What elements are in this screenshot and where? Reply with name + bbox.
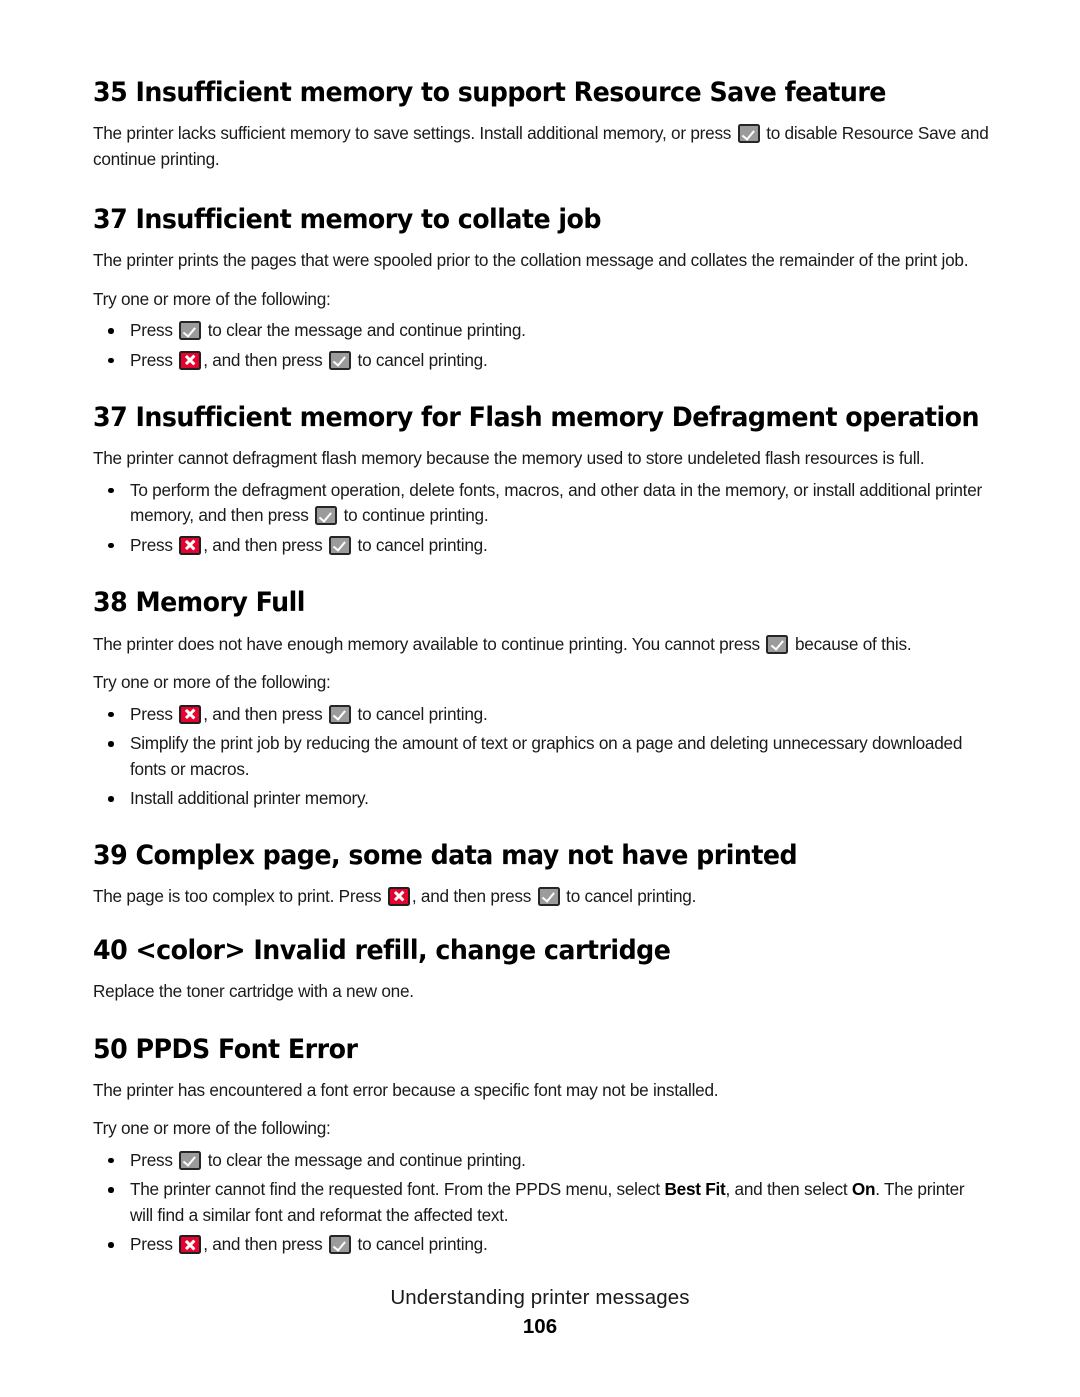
page-number: 106 bbox=[522, 1315, 558, 1338]
bullet-dot-icon bbox=[108, 487, 114, 494]
check-key-icon bbox=[537, 886, 560, 906]
section-paragraph: The printer does not have enough memory … bbox=[93, 632, 990, 658]
section-paragraph: The printer cannot defragment flash memo… bbox=[93, 448, 925, 469]
paragraph-text-part: to cancel printing. bbox=[561, 885, 697, 906]
list-item-text-part: to clear the message and continue printi… bbox=[203, 320, 526, 341]
list-item-text-part: Press bbox=[130, 1149, 178, 1170]
check-key-icon bbox=[737, 124, 760, 144]
emphasis-on: On bbox=[851, 1179, 876, 1200]
document-page: 35 Insufficient memory to support Resour… bbox=[0, 0, 1080, 1397]
emphasis-best-fit: Best Fit bbox=[664, 1179, 726, 1200]
check-key-icon bbox=[315, 506, 338, 526]
list-item: Press , and then press to cancel printin… bbox=[103, 1232, 990, 1258]
list-item: Press , and then press to cancel printin… bbox=[103, 702, 990, 728]
bullet-list: Press to clear the message and continue … bbox=[93, 1148, 990, 1258]
list-item-text-part: to cancel printing. bbox=[353, 534, 488, 555]
list-item-text-part: to cancel printing. bbox=[353, 349, 488, 370]
list-item: To perform the defragment operation, del… bbox=[103, 478, 990, 529]
section-39-complex-page: 39 Complex page, some data may not have … bbox=[93, 839, 990, 910]
bullet-dot-icon bbox=[108, 328, 114, 334]
x-key-icon bbox=[179, 535, 202, 555]
list-item-text-part: Press bbox=[130, 1234, 178, 1255]
list-item: Press to clear the message and continue … bbox=[103, 1148, 990, 1174]
x-key-icon bbox=[387, 886, 410, 906]
section-40-color-invalid-refill: 40 <color> Invalid refill, change cartri… bbox=[93, 936, 990, 1005]
section-paragraph: The page is too complex to print. Press … bbox=[93, 884, 990, 910]
check-key-icon bbox=[329, 1235, 352, 1255]
check-key-icon bbox=[179, 321, 202, 341]
list-item-text-part: Press bbox=[130, 320, 178, 341]
section-intro: Try one or more of the following: bbox=[93, 672, 331, 693]
x-key-icon bbox=[179, 704, 202, 724]
section-37-insufficient-memory-collate-job: 37 Insufficient memory to collate job Th… bbox=[93, 205, 990, 373]
section-heading: 40 <color> Invalid refill, change cartri… bbox=[93, 935, 671, 967]
list-item-text-part: To perform the defragment operation, del… bbox=[130, 479, 982, 526]
section-heading: 37 Insufficient memory for Flash memory … bbox=[93, 402, 980, 434]
section-heading: 38 Memory Full bbox=[93, 587, 305, 619]
check-key-icon bbox=[329, 535, 352, 555]
page-content: 35 Insufficient memory to support Resour… bbox=[93, 78, 990, 1258]
list-item-text-part: , and then select bbox=[725, 1179, 848, 1200]
bullet-dot-icon bbox=[108, 1187, 114, 1193]
section-paragraph: The printer prints the pages that were s… bbox=[93, 250, 969, 271]
list-item: Press , and then press to cancel printin… bbox=[103, 533, 990, 559]
bullet-dot-icon bbox=[108, 1157, 114, 1164]
bullet-list: Press , and then press to cancel printin… bbox=[93, 702, 990, 812]
list-item-text-part: , and then press bbox=[203, 1234, 328, 1255]
bullet-list: To perform the defragment operation, del… bbox=[93, 478, 990, 559]
check-key-icon bbox=[766, 634, 789, 654]
bullet-dot-icon bbox=[108, 796, 114, 802]
list-item: Press , and then press to cancel printin… bbox=[103, 348, 990, 374]
footer-title: Understanding printer messages bbox=[390, 1286, 690, 1309]
section-paragraph: The printer has encountered a font error… bbox=[93, 1079, 719, 1100]
bullet-dot-icon bbox=[108, 1242, 114, 1248]
section-38-memory-full: 38 Memory Full The printer does not have… bbox=[93, 588, 990, 811]
section-heading: 50 PPDS Font Error bbox=[93, 1033, 358, 1065]
list-item-text: Install additional printer memory. bbox=[130, 788, 369, 809]
paragraph-text-part: The page is too complex to print. Press bbox=[93, 885, 386, 906]
paragraph-text-part: The printer does not have enough memory … bbox=[93, 633, 765, 654]
list-item-text-part: Press bbox=[130, 703, 178, 724]
list-item: Simplify the print job by reducing the a… bbox=[103, 731, 990, 782]
list-item: The printer cannot find the requested fo… bbox=[103, 1177, 990, 1228]
section-intro: Try one or more of the following: bbox=[93, 288, 331, 309]
list-item-text-part: Press bbox=[130, 534, 178, 555]
list-item-text-part: to clear the message and continue printi… bbox=[203, 1149, 526, 1170]
section-37-insufficient-memory-flash-defragment: 37 Insufficient memory for Flash memory … bbox=[93, 403, 990, 558]
section-50-ppds-font-error: 50 PPDS Font Error The printer has encou… bbox=[93, 1035, 990, 1258]
list-item-text-part: , and then press bbox=[203, 703, 328, 724]
x-key-icon bbox=[179, 1235, 202, 1255]
list-item-text-part: to continue printing. bbox=[339, 505, 489, 526]
list-item-text-part: to cancel printing. bbox=[353, 703, 488, 724]
bullet-dot-icon bbox=[108, 741, 114, 747]
x-key-icon bbox=[179, 350, 202, 370]
bullet-list: Press to clear the message and continue … bbox=[93, 318, 990, 373]
list-item-text-part: , and then press bbox=[203, 534, 328, 555]
check-key-icon bbox=[179, 1150, 202, 1170]
bullet-dot-icon bbox=[108, 357, 114, 364]
section-35-insufficient-memory-resource-save: 35 Insufficient memory to support Resour… bbox=[93, 78, 990, 172]
bullet-dot-icon bbox=[108, 711, 114, 718]
check-key-icon bbox=[329, 350, 352, 370]
list-item-text-part: Press bbox=[130, 349, 178, 370]
section-heading: 39 Complex page, some data may not have … bbox=[93, 839, 798, 871]
page-footer: Understanding printer messages 106 bbox=[0, 1285, 1080, 1341]
section-intro: Try one or more of the following: bbox=[93, 1118, 331, 1139]
list-item-text-part: The printer cannot find the requested fo… bbox=[130, 1179, 660, 1200]
section-paragraph: Replace the toner cartridge with a new o… bbox=[93, 981, 414, 1002]
bullet-dot-icon bbox=[108, 542, 114, 549]
list-item-text-part: to cancel printing. bbox=[353, 1234, 488, 1255]
paragraph-text-part: The printer lacks sufficient memory to s… bbox=[93, 123, 736, 144]
list-item-text-part: , and then press bbox=[203, 349, 328, 370]
list-item: Install additional printer memory. bbox=[103, 786, 990, 812]
list-item: Press to clear the message and continue … bbox=[103, 318, 990, 344]
list-item-text: Simplify the print job by reducing the a… bbox=[130, 733, 963, 779]
section-heading: 37 Insufficient memory to collate job bbox=[93, 204, 602, 236]
paragraph-text-part: , and then press bbox=[411, 885, 536, 906]
section-heading: 35 Insufficient memory to support Resour… bbox=[93, 77, 886, 108]
paragraph-text-part: because of this. bbox=[790, 633, 912, 654]
section-paragraph: The printer lacks sufficient memory to s… bbox=[93, 121, 990, 172]
check-key-icon bbox=[329, 704, 352, 724]
